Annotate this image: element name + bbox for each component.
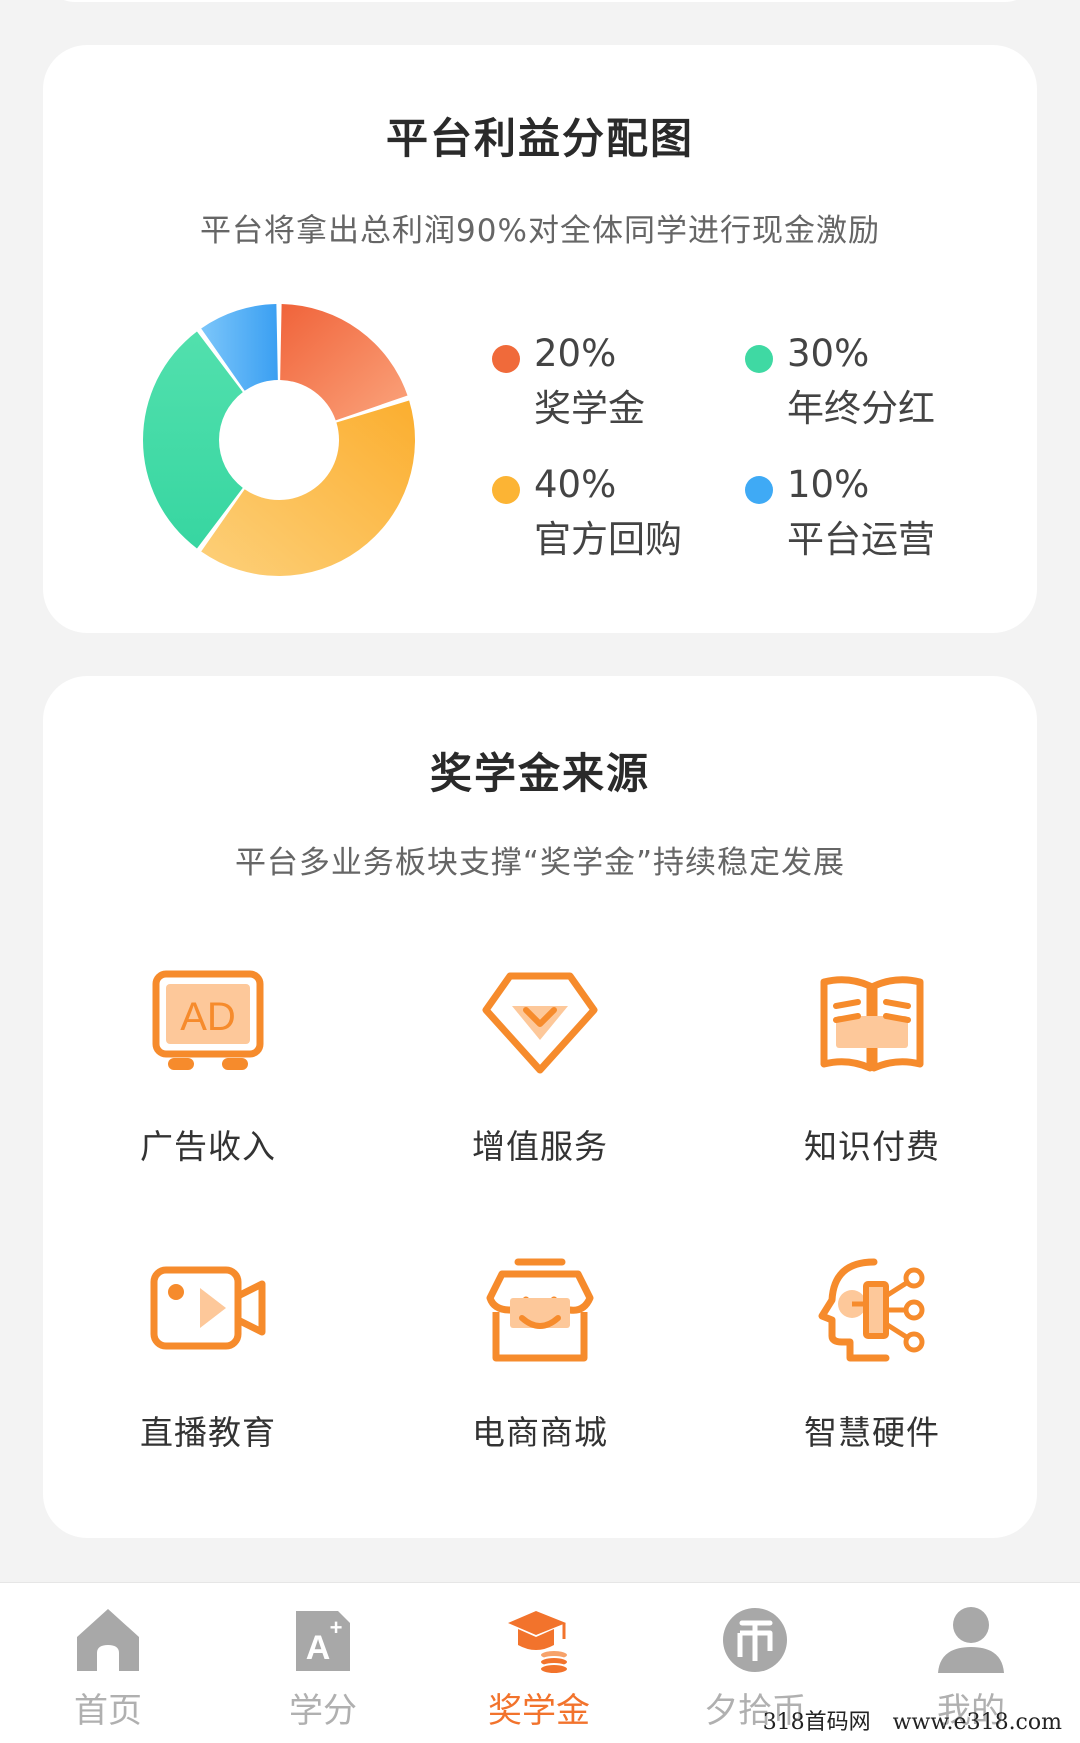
tab-label-scholarship: 奖学金 (488, 1691, 590, 1731)
distribution-donut-chart (143, 304, 415, 576)
source-label-ad: 广告收入 (140, 1127, 276, 1166)
source-item-knowledge[interactable]: 知识付费 (752, 970, 992, 1170)
home-icon (77, 1609, 139, 1671)
source-label-live-education: 直播教育 (140, 1413, 276, 1452)
store-icon (486, 1258, 594, 1362)
source-label-knowledge: 知识付费 (804, 1127, 940, 1166)
video-camera-icon (150, 1266, 266, 1350)
legend-percent: 10% (787, 463, 870, 506)
previous-card-edge (43, 0, 1037, 2)
source-label-ecommerce: 电商商城 (472, 1413, 608, 1452)
legend-dot-icon (492, 476, 520, 504)
tab-label-home: 首页 (74, 1691, 142, 1731)
scholarship-icon (508, 1611, 569, 1675)
legend-percent: 30% (787, 332, 870, 375)
svg-text:AD: AD (180, 995, 236, 1039)
tab-label-credits: 学分 (289, 1691, 357, 1731)
distribution-title: 平台利益分配图 (385, 114, 694, 163)
ad-icon: AD (152, 970, 264, 1070)
legend-dot-icon (492, 345, 520, 373)
tab-home[interactable]: 首页 (28, 1583, 188, 1743)
source-label-value-added: 增值服务 (472, 1127, 608, 1166)
distribution-subtitle: 平台将拿出总利润90%对全体同学进行现金激励 (200, 213, 880, 249)
source-item-ecommerce[interactable]: 电商商城 (420, 1256, 660, 1456)
source-item-smart-hardware[interactable]: 智慧硬件 (752, 1256, 992, 1456)
legend-dot-icon (745, 345, 773, 373)
legend-dot-icon (745, 476, 773, 504)
user-icon (938, 1607, 1004, 1673)
scholarship-source-subtitle: 平台多业务板块支撑“奖学金”持续稳定发展 (234, 845, 846, 881)
source-item-ad[interactable]: AD 广告收入 (88, 970, 328, 1170)
svg-text:A: A (306, 1629, 331, 1667)
legend-label: 年终分红 (787, 387, 935, 430)
coin-icon (723, 1608, 787, 1672)
scholarship-source-title: 奖学金来源 (429, 749, 650, 798)
legend-label: 平台运营 (787, 518, 935, 561)
svg-text:+: + (330, 1615, 343, 1640)
legend-percent: 20% (534, 332, 617, 375)
source-label-smart-hardware: 智慧硬件 (804, 1413, 940, 1452)
credit-icon: A + (296, 1611, 350, 1671)
tab-credits[interactable]: A + 学分 (243, 1583, 403, 1743)
ai-head-icon (818, 1258, 925, 1362)
legend-label: 官方回购 (534, 518, 682, 561)
watermark: 318首码网 www.e318.com (762, 1710, 1062, 1735)
tab-scholarship[interactable]: 奖学金 (459, 1583, 619, 1743)
source-item-live-education[interactable]: 直播教育 (88, 1256, 328, 1456)
source-item-value-added[interactable]: 增值服务 (420, 970, 660, 1170)
book-icon (820, 976, 924, 1072)
donut-slice-1 (280, 304, 408, 421)
legend-percent: 40% (534, 463, 617, 506)
legend-label: 奖学金 (534, 387, 645, 430)
diamond-icon (482, 972, 598, 1074)
